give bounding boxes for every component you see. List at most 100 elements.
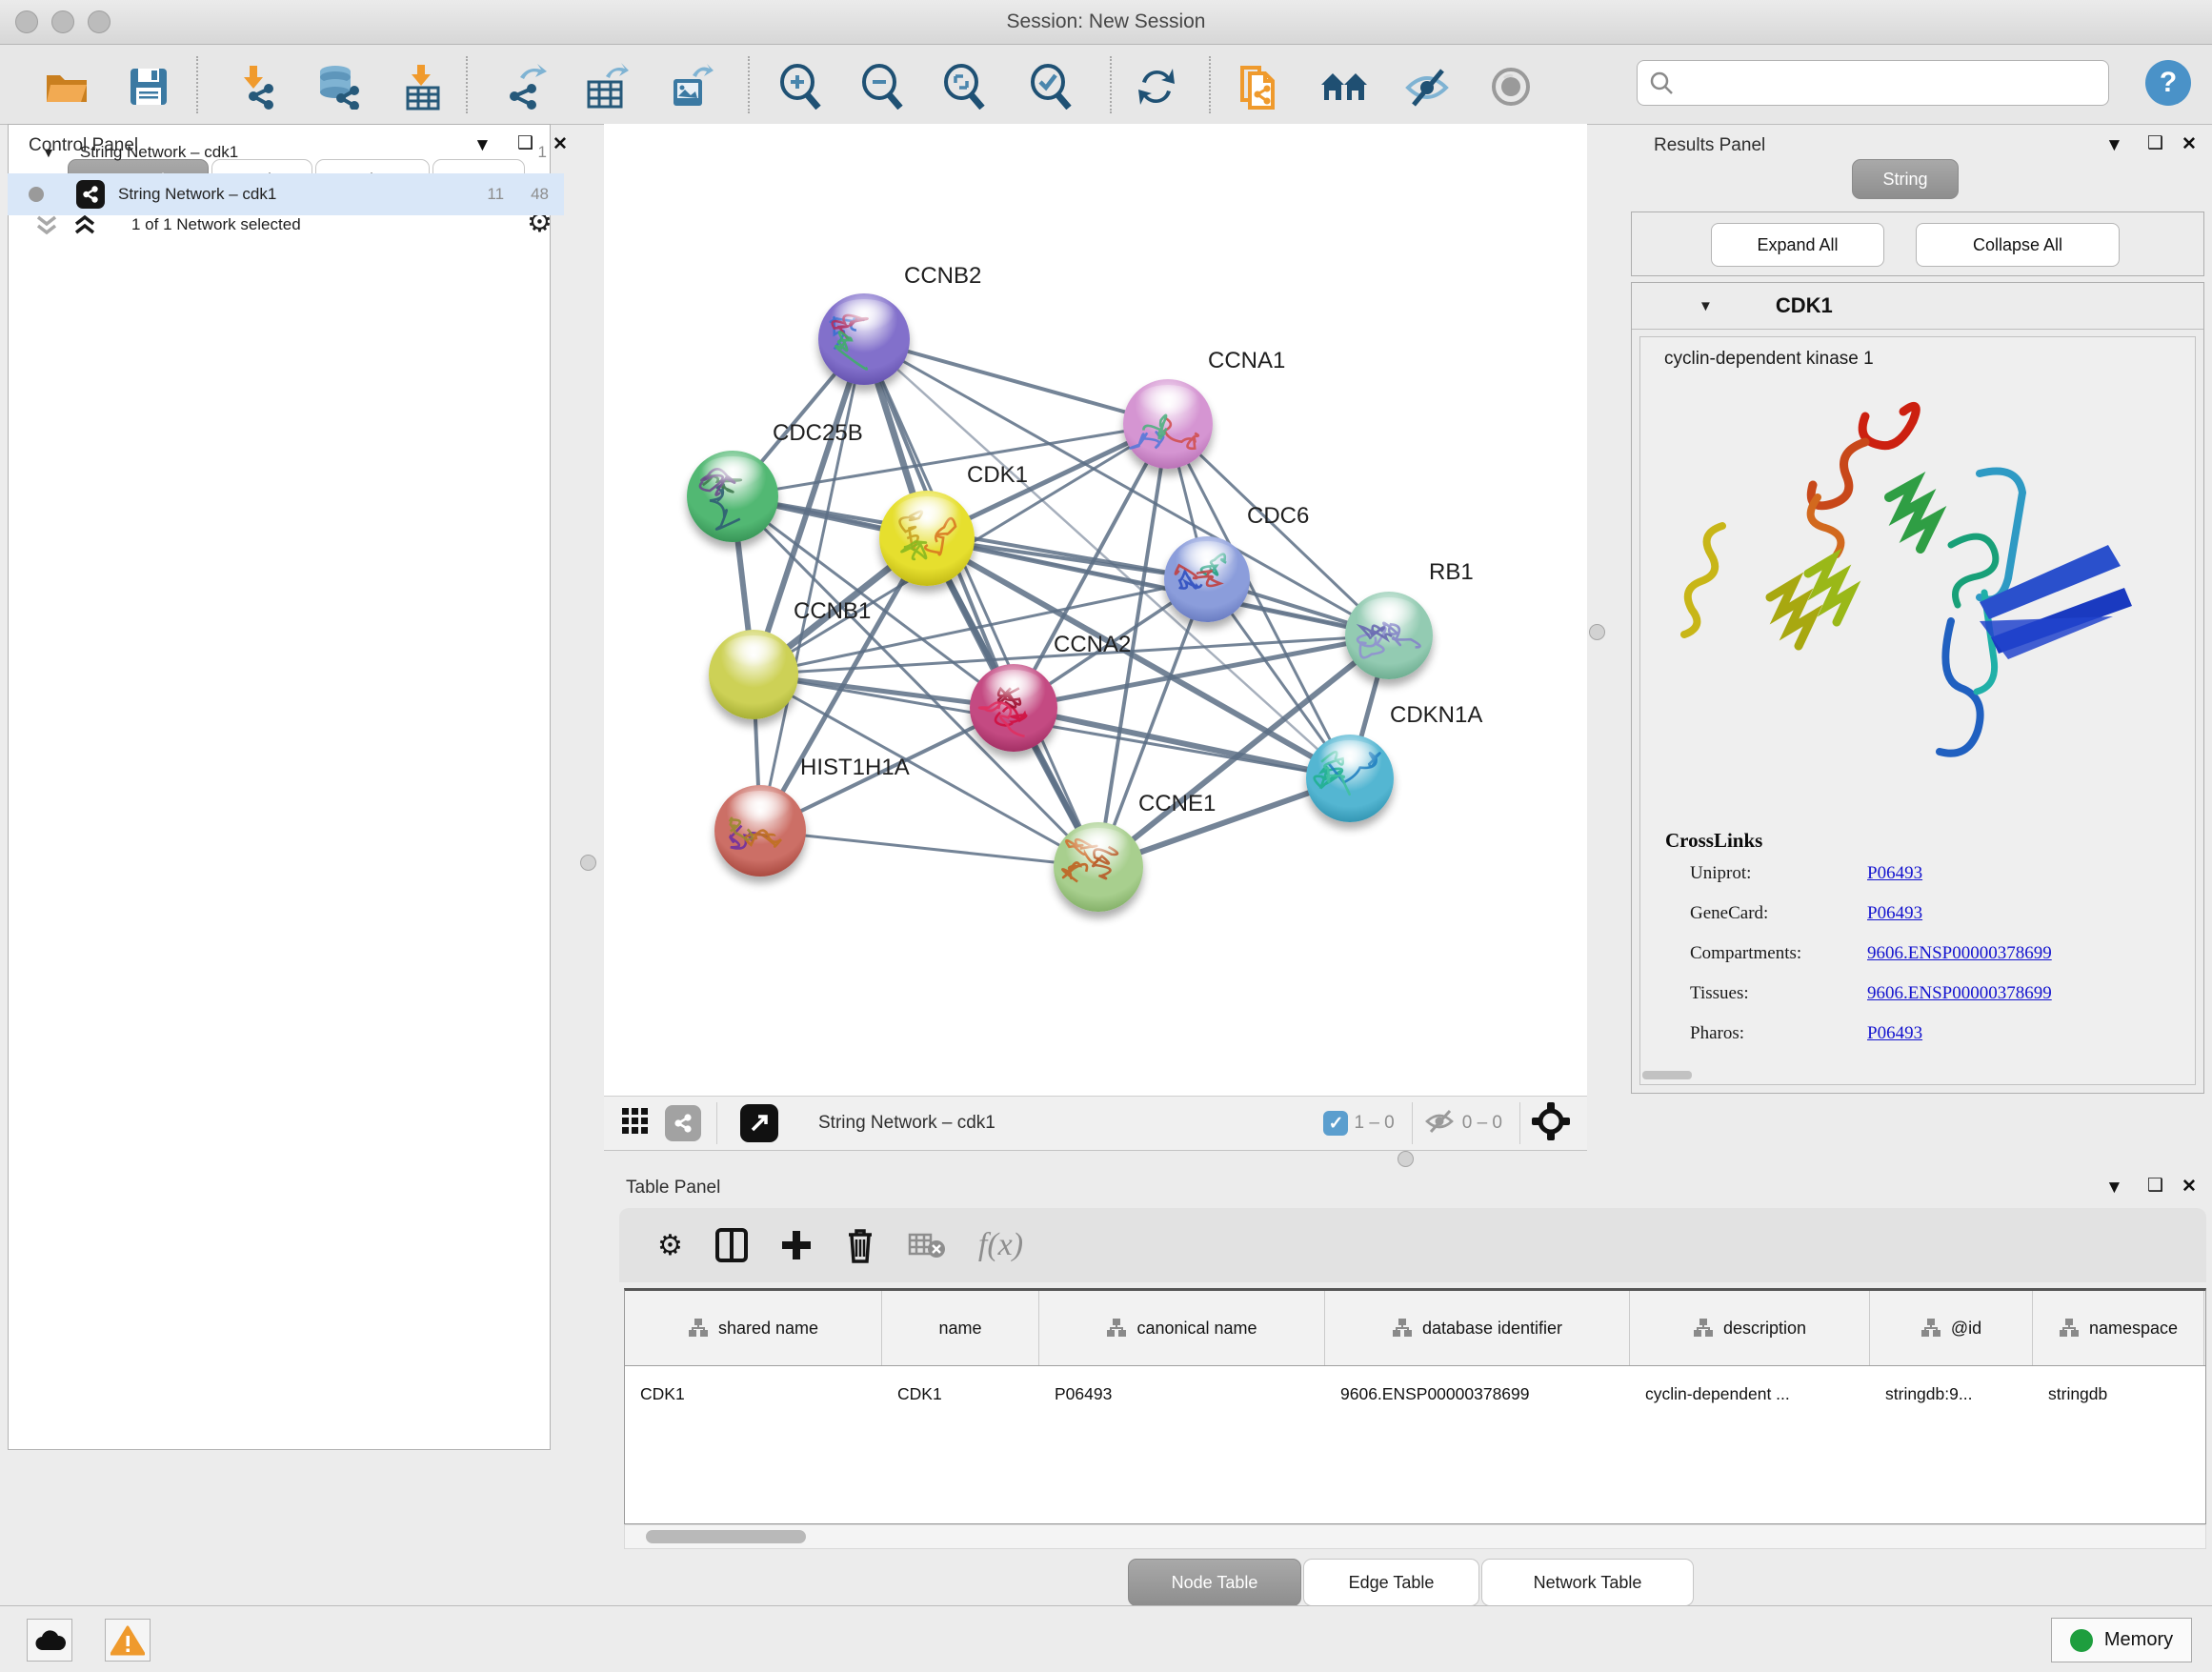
network-node-CCNE1[interactable]: [1054, 822, 1143, 912]
save-session-icon[interactable]: [124, 62, 173, 111]
crosslink-link[interactable]: 9606.ENSP00000378699: [1867, 943, 2052, 964]
copy-document-icon[interactable]: [1235, 62, 1284, 111]
table-settings-gear-icon[interactable]: ⚙: [657, 1229, 683, 1262]
cloud-icon[interactable]: [27, 1619, 72, 1662]
left-splitter-handle[interactable]: [580, 855, 596, 871]
grid-view-icon[interactable]: [621, 1107, 650, 1140]
expand-all-networks-icon[interactable]: [70, 213, 99, 243]
tab-network-table[interactable]: Network Table: [1481, 1559, 1694, 1606]
column-header--id[interactable]: @id: [1870, 1291, 2033, 1365]
home-icon[interactable]: [1319, 62, 1369, 111]
table-row[interactable]: CDK1CDK1P064939606.ENSP00000378699cyclin…: [625, 1366, 2205, 1421]
zoom-out-icon[interactable]: [857, 62, 907, 111]
show-columns-icon[interactable]: [715, 1228, 748, 1262]
node-label-CDC25B: CDC25B: [773, 420, 863, 447]
memory-button[interactable]: Memory: [2051, 1618, 2192, 1662]
table-cell[interactable]: cyclin-dependent ...: [1630, 1366, 1870, 1421]
export-table-icon[interactable]: [582, 62, 632, 111]
tab-edge-table[interactable]: Edge Table: [1303, 1559, 1479, 1606]
collection-expander-icon[interactable]: ▼: [42, 145, 55, 160]
network-edge[interactable]: [760, 831, 1098, 867]
add-column-icon[interactable]: [780, 1229, 813, 1261]
open-in-window-icon[interactable]: [740, 1104, 778, 1142]
collapse-all-networks-icon[interactable]: [32, 213, 61, 243]
column-header-database-identifier[interactable]: database identifier: [1325, 1291, 1630, 1365]
table-cell[interactable]: 9606.ENSP00000378699: [1325, 1366, 1630, 1421]
table-cell[interactable]: CDK1: [625, 1366, 882, 1421]
network-node-RB1[interactable]: [1345, 592, 1433, 679]
import-network-icon[interactable]: [233, 62, 283, 111]
export-network-icon[interactable]: [500, 62, 550, 111]
zoom-selected-icon[interactable]: [1026, 62, 1076, 111]
table-cell[interactable]: P06493: [1039, 1366, 1325, 1421]
table-cell[interactable]: stringdb: [2033, 1366, 2204, 1421]
network-edge[interactable]: [1014, 708, 1350, 778]
network-edge[interactable]: [927, 538, 1389, 635]
delete-table-icon[interactable]: [908, 1231, 946, 1259]
zoom-fit-icon[interactable]: [939, 62, 989, 111]
table-panel-float-icon[interactable]: ❑: [2147, 1175, 2163, 1197]
table-cell[interactable]: CDK1: [882, 1366, 1039, 1421]
horizontal-splitter-handle[interactable]: [1398, 1151, 1414, 1167]
network-row[interactable]: String Network – cdk1 11 48: [8, 173, 564, 215]
table-hscrollbar[interactable]: [624, 1524, 2206, 1549]
network-node-CCNA2[interactable]: [970, 664, 1057, 752]
search-input[interactable]: [1674, 72, 2087, 94]
import-database-icon[interactable]: [314, 62, 364, 111]
entry-body: cyclin-dependent kinase 1: [1639, 336, 2196, 1085]
table-panel-collapse-icon[interactable]: ▼: [2105, 1178, 2123, 1199]
crosslink-link[interactable]: P06493: [1867, 903, 1922, 924]
crosslink-link[interactable]: 9606.ENSP00000378699: [1867, 983, 2052, 1004]
crosslink-link[interactable]: P06493: [1867, 863, 1922, 884]
tab-string[interactable]: String: [1852, 159, 1959, 199]
right-splitter-handle[interactable]: [1589, 624, 1605, 640]
network-node-CCNB2[interactable]: [818, 293, 910, 385]
collapse-all-button[interactable]: Collapse All: [1916, 223, 2120, 267]
network-node-CDK1[interactable]: [879, 491, 975, 586]
import-table-icon[interactable]: [398, 62, 448, 111]
column-header-canonical-name[interactable]: canonical name: [1039, 1291, 1325, 1365]
expand-all-button[interactable]: Expand All: [1711, 223, 1884, 267]
network-node-CCNA1[interactable]: [1123, 379, 1213, 469]
entry-scrollbar-thumb[interactable]: [1642, 1071, 1692, 1079]
selected-items-checkbox[interactable]: ✓: [1323, 1111, 1348, 1136]
hidden-items-eye-icon[interactable]: [1424, 1108, 1457, 1139]
warning-icon[interactable]: [105, 1619, 151, 1662]
results-panel-close-icon[interactable]: ✕: [2182, 133, 2197, 155]
table-cell[interactable]: stringdb:9...: [1870, 1366, 2033, 1421]
network-canvas[interactable]: CCNB2CCNA1CDC25BCDK1CDC6RB1CCNB1CCNA2CDK…: [604, 124, 1587, 1096]
crosslink-link[interactable]: P06493: [1867, 1023, 1922, 1044]
export-image-icon[interactable]: [667, 62, 716, 111]
crosslink-row: Pharos:P06493: [1690, 1023, 2185, 1044]
column-header-shared-name[interactable]: shared name: [625, 1291, 882, 1365]
hide-selected-icon[interactable]: [1403, 62, 1453, 111]
column-header-namespace[interactable]: namespace: [2033, 1291, 2204, 1365]
column-header-name[interactable]: name: [882, 1291, 1039, 1365]
entry-expander-icon[interactable]: ▼: [1699, 298, 1713, 314]
column-header-description[interactable]: description: [1630, 1291, 1870, 1365]
crosslink-row: Compartments:9606.ENSP00000378699: [1690, 943, 2185, 964]
refresh-view-icon[interactable]: [1132, 62, 1181, 111]
network-node-CDC25B[interactable]: [687, 451, 778, 542]
zoom-in-icon[interactable]: [775, 62, 825, 111]
help-icon[interactable]: ?: [2145, 60, 2191, 106]
apply-function-icon[interactable]: f(x): [978, 1227, 1023, 1263]
network-node-CDC6[interactable]: [1164, 536, 1250, 622]
tab-node-table[interactable]: Node Table: [1128, 1559, 1301, 1606]
search-field[interactable]: [1637, 60, 2109, 106]
network-edge[interactable]: [864, 339, 1098, 867]
open-session-icon[interactable]: [42, 62, 91, 111]
table-panel-close-icon[interactable]: ✕: [2182, 1176, 2197, 1198]
show-all-icon[interactable]: [1486, 62, 1536, 111]
birds-eye-view-icon[interactable]: [1532, 1102, 1570, 1145]
results-panel-float-icon[interactable]: ❑: [2147, 132, 2163, 154]
delete-column-icon[interactable]: [845, 1227, 875, 1263]
network-node-CCNB1[interactable]: [709, 630, 798, 719]
entry-header[interactable]: ▼ CDK1: [1632, 283, 2203, 330]
network-share-view-icon[interactable]: [665, 1105, 701, 1141]
table-hscroll-thumb[interactable]: [646, 1530, 806, 1543]
results-panel-collapse-icon[interactable]: ▼: [2105, 135, 2123, 156]
network-node-HIST1H1A[interactable]: [714, 785, 806, 876]
network-collection-row[interactable]: ▼ String Network – cdk1 1: [8, 131, 564, 173]
network-node-CDKN1A[interactable]: [1306, 735, 1394, 822]
